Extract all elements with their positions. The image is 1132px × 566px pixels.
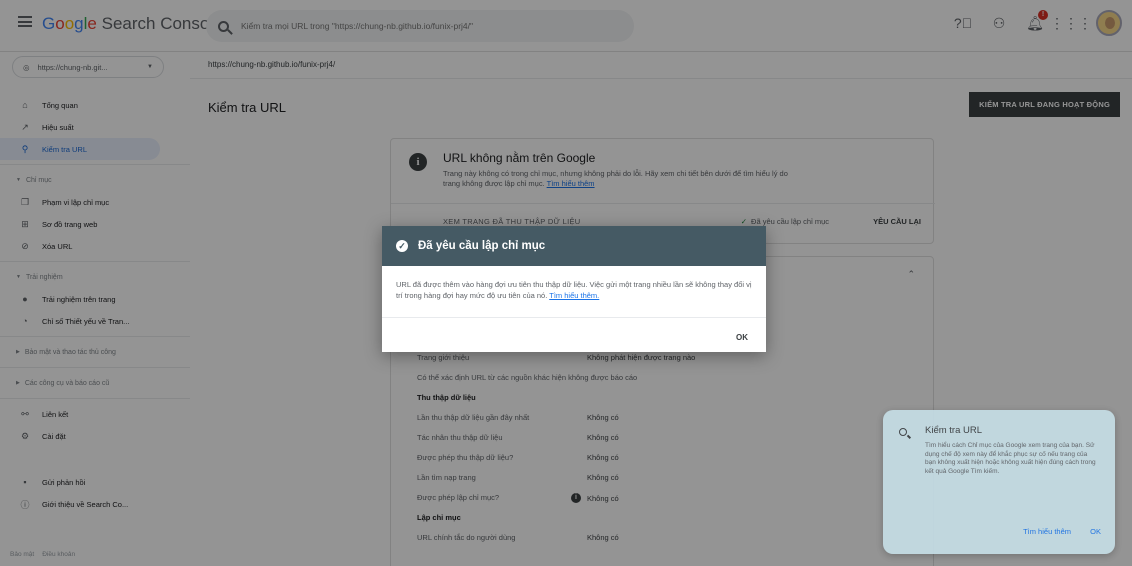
search-icon <box>899 428 907 436</box>
help-description: Tìm hiểu cách Chỉ mục của Google xem tra… <box>925 442 1096 475</box>
dialog-header: ✓ Đã yêu cầu lập chỉ mục <box>382 226 766 266</box>
help-panel: Kiểm tra URL Tìm hiểu cách Chỉ mục của G… <box>883 410 1115 554</box>
dialog-body: URL đã được thêm vào hàng đợi ưu tiên th… <box>382 266 766 318</box>
indexing-requested-dialog: ✓ Đã yêu cầu lập chỉ mục URL đã được thê… <box>382 226 766 352</box>
check-circle-icon: ✓ <box>396 240 408 252</box>
ok-button[interactable]: OK <box>736 333 748 342</box>
learn-more-button[interactable]: Tìm hiểu thêm <box>1023 527 1071 536</box>
dialog-title: Đã yêu cầu lập chỉ mục <box>418 240 546 252</box>
help-title: Kiểm tra URL <box>925 425 983 436</box>
learn-more-link[interactable]: Tìm hiểu thêm. <box>549 291 599 300</box>
help-ok-button[interactable]: OK <box>1090 527 1101 536</box>
